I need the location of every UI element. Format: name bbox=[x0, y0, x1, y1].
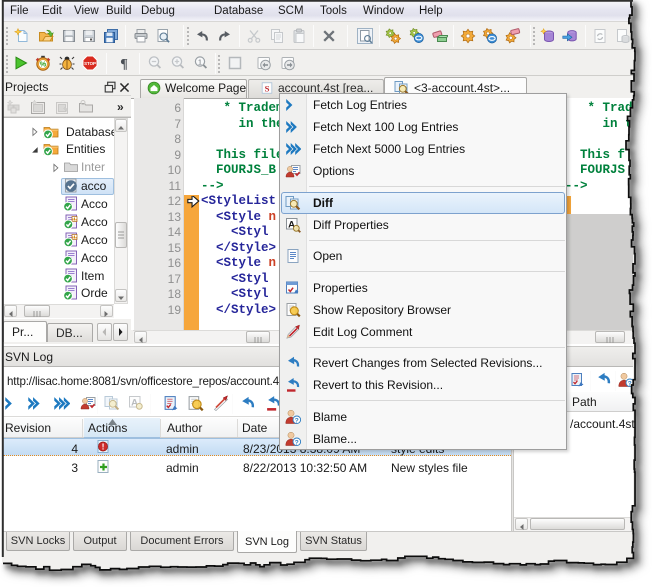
svg-text:?: ? bbox=[295, 417, 299, 424]
svg-text:%: % bbox=[40, 60, 47, 69]
svg-text:!: ! bbox=[102, 442, 105, 452]
svg-text:STOP: STOP bbox=[84, 61, 96, 66]
svg-text:1: 1 bbox=[198, 57, 202, 66]
svg-text:S: S bbox=[265, 84, 270, 94]
svg-text:¶: ¶ bbox=[120, 57, 128, 71]
svg-text:?: ? bbox=[295, 439, 299, 446]
svg-text:?: ? bbox=[628, 381, 632, 388]
